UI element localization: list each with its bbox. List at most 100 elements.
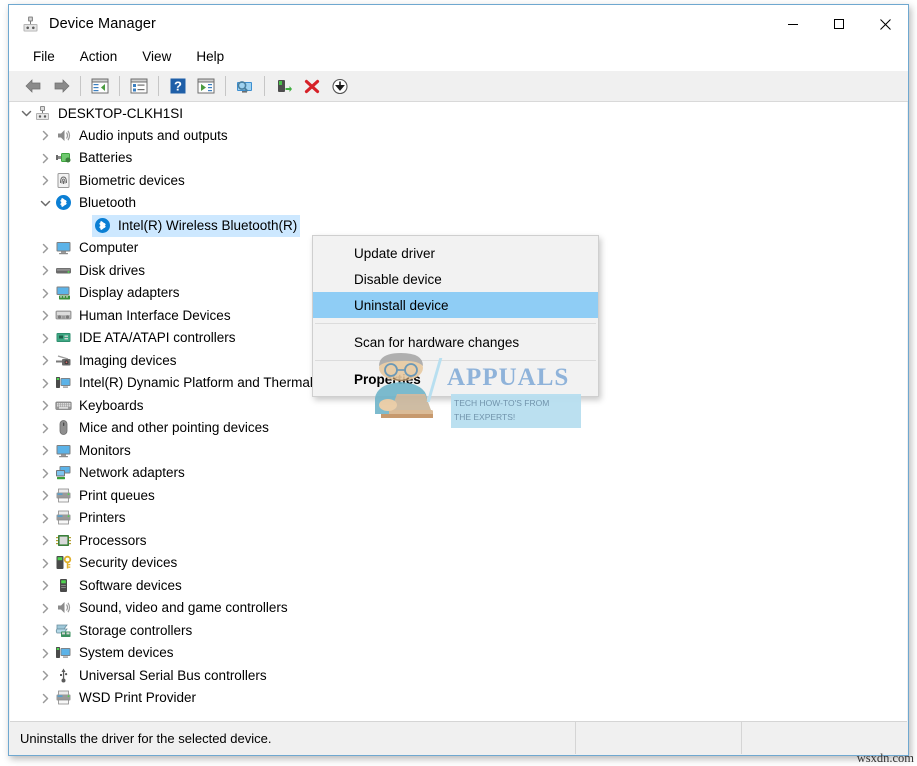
menu-action[interactable]: Action [70, 47, 128, 67]
tree-root-node[interactable]: DESKTOP-CLKH1SI [10, 102, 907, 125]
ctx-properties[interactable]: Properties [313, 366, 598, 392]
toolbar-separator [119, 76, 120, 96]
chevron-right-icon[interactable] [37, 687, 53, 709]
ctx-disable-device[interactable]: Disable device [313, 266, 598, 292]
chevron-right-icon[interactable] [37, 575, 53, 597]
device-tree[interactable]: DESKTOP-CLKH1SIAudio inputs and outputs B… [10, 102, 907, 722]
enable-device-icon[interactable] [270, 73, 298, 99]
tree-node[interactable]: Biometric devices [10, 170, 907, 193]
menu-help[interactable]: Help [186, 47, 234, 67]
tree-node-label: Monitors [79, 444, 131, 458]
ctx-update-driver[interactable]: Update driver [313, 240, 598, 266]
properties-icon[interactable] [125, 73, 153, 99]
ide-controller-icon [55, 329, 72, 346]
chevron-right-icon[interactable] [37, 507, 53, 529]
ctx-uninstall-device[interactable]: Uninstall device [313, 292, 598, 318]
context-menu[interactable]: Update driver Disable device Uninstall dev… [312, 235, 599, 397]
chevron-right-icon[interactable] [37, 395, 53, 417]
tree-node[interactable]: Monitors [10, 440, 907, 463]
tree-node-content: Bluetooth [53, 192, 139, 214]
chevron-right-icon[interactable] [37, 350, 53, 372]
menu-view[interactable]: View [132, 47, 181, 67]
scan-for-hardware-changes-icon[interactable] [231, 73, 259, 99]
ctx-scan-hardware-changes[interactable]: Scan for hardware changes [313, 329, 598, 355]
site-watermark: wsxdn.com [857, 751, 914, 766]
tree-node[interactable]: Batteries [10, 147, 907, 170]
chevron-right-icon[interactable] [37, 642, 53, 664]
chevron-right-icon[interactable] [37, 440, 53, 462]
tree-node[interactable]: Sound, video and game controllers [10, 597, 907, 620]
chevron-right-icon[interactable] [37, 237, 53, 259]
tree-node-content: Software devices [53, 575, 185, 597]
tree-node-content: WSD Print Provider [53, 687, 199, 709]
tree-node-content: Computer [53, 237, 141, 259]
tree-node-label: Human Interface Devices [79, 309, 231, 323]
tree-node-content: Disk drives [53, 260, 148, 282]
tree-node[interactable]: Printers [10, 507, 907, 530]
tree-node-content: Print queues [53, 485, 158, 507]
chevron-right-icon[interactable] [37, 620, 53, 642]
toolbar-separator [158, 76, 159, 96]
chevron-right-icon[interactable] [37, 282, 53, 304]
tree-node-selected[interactable]: Intel(R) Wireless Bluetooth(R) [10, 215, 907, 238]
chevron-right-icon[interactable] [37, 552, 53, 574]
context-menu-item-label: Disable device [354, 272, 442, 287]
tree-node[interactable]: Processors [10, 530, 907, 553]
tree-node-label: IDE ATA/ATAPI controllers [79, 331, 236, 345]
chevron-right-icon[interactable] [37, 260, 53, 282]
chevron-right-icon[interactable] [37, 417, 53, 439]
tree-node-label: Universal Serial Bus controllers [79, 669, 267, 683]
chevron-right-icon[interactable] [37, 170, 53, 192]
show-hide-console-tree-icon[interactable] [86, 73, 114, 99]
chevron-right-icon[interactable] [37, 665, 53, 687]
help-icon[interactable]: ? [164, 73, 192, 99]
tree-node-label: Keyboards [79, 399, 144, 413]
tree-node[interactable]: Software devices [10, 575, 907, 598]
tree-node-content: Mice and other pointing devices [53, 417, 272, 439]
tree-node[interactable]: Universal Serial Bus controllers [10, 665, 907, 688]
chevron-right-icon[interactable] [37, 530, 53, 552]
chevron-down-icon[interactable] [18, 102, 34, 124]
tree-node-label: Batteries [79, 151, 132, 165]
download-icon[interactable] [326, 73, 354, 99]
context-menu-item-label: Update driver [354, 246, 435, 261]
tree-node-label: Network adapters [79, 466, 185, 480]
maximize-button[interactable] [816, 5, 862, 43]
close-button[interactable] [862, 5, 908, 43]
tree-node[interactable]: Network adapters [10, 462, 907, 485]
tree-node[interactable]: Bluetooth [10, 192, 907, 215]
chevron-right-icon[interactable] [37, 305, 53, 327]
back-arrow-icon[interactable] [19, 73, 47, 99]
bluetooth-icon [94, 217, 111, 234]
menu-file[interactable]: File [23, 47, 65, 67]
chevron-right-icon[interactable] [37, 147, 53, 169]
tree-node[interactable]: Audio inputs and outputs [10, 125, 907, 148]
tree-node[interactable]: Print queues [10, 485, 907, 508]
tree-node[interactable]: System devices [10, 642, 907, 665]
uninstall-device-icon[interactable] [298, 73, 326, 99]
context-menu-item-label: Properties [354, 372, 421, 387]
tree-node[interactable]: Security devices [10, 552, 907, 575]
tree-node[interactable]: Mice and other pointing devices [10, 417, 907, 440]
chevron-right-icon[interactable] [37, 372, 53, 394]
chevron-right-icon[interactable] [37, 597, 53, 619]
forward-arrow-icon[interactable] [47, 73, 75, 99]
menu-bar: File Action View Help [9, 43, 908, 71]
chevron-right-icon[interactable] [37, 485, 53, 507]
update-driver-icon[interactable] [192, 73, 220, 99]
status-pane-2 [742, 722, 907, 754]
tree-node-content: Human Interface Devices [53, 305, 234, 327]
tree-node-content: Storage controllers [53, 620, 195, 642]
monitor-icon [55, 239, 72, 256]
tree-node[interactable]: Keyboards [10, 395, 907, 418]
minimize-button[interactable] [770, 5, 816, 43]
tree-node[interactable]: WSD Print Provider [10, 687, 907, 710]
tree-node[interactable]: Storage controllers [10, 620, 907, 643]
chevron-right-icon[interactable] [37, 327, 53, 349]
storage-controller-icon [55, 622, 72, 639]
chevron-right-icon[interactable] [37, 125, 53, 147]
chevron-right-icon[interactable] [37, 462, 53, 484]
chevron-down-icon[interactable] [37, 192, 53, 214]
software-device-icon [55, 577, 72, 594]
usb-icon [55, 667, 72, 684]
